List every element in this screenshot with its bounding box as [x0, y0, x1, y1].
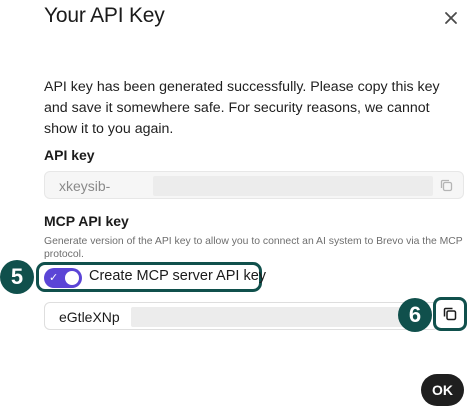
- api-key-field[interactable]: xkeysib-: [44, 171, 464, 199]
- close-button[interactable]: [439, 6, 463, 30]
- create-mcp-toggle[interactable]: ✓: [44, 268, 82, 288]
- close-icon: [445, 12, 457, 24]
- mcp-help-text: Generate version of the API key to allow…: [44, 236, 463, 260]
- api-key-value: xkeysib-: [59, 178, 111, 194]
- create-mcp-toggle-label: Create MCP server API key: [89, 268, 267, 284]
- mcp-api-key-redacted: [131, 307, 425, 327]
- toggle-knob: [65, 271, 79, 285]
- mcp-api-key-field[interactable]: eGtleXNp: [44, 302, 439, 330]
- mcp-copy-button[interactable]: [433, 297, 467, 331]
- api-key-dialog: Your API Key API key has been generated …: [0, 0, 474, 412]
- success-message: API key has been generated successfully.…: [44, 79, 440, 137]
- step-5-badge: 5: [0, 260, 34, 294]
- mcp-api-key-label: MCP API key: [44, 213, 129, 229]
- copy-icon: [440, 179, 453, 192]
- mcp-api-key-value: eGtleXNp: [59, 309, 120, 325]
- dialog-title: Your API Key: [44, 4, 165, 27]
- checkmark-icon: ✓: [49, 272, 59, 284]
- api-key-redacted: [153, 176, 433, 196]
- api-key-label: API key: [44, 147, 95, 163]
- api-key-copy-button[interactable]: [439, 178, 454, 193]
- step-6-badge: 6: [398, 298, 432, 332]
- copy-icon: [443, 307, 457, 321]
- ok-button[interactable]: OK: [421, 374, 464, 406]
